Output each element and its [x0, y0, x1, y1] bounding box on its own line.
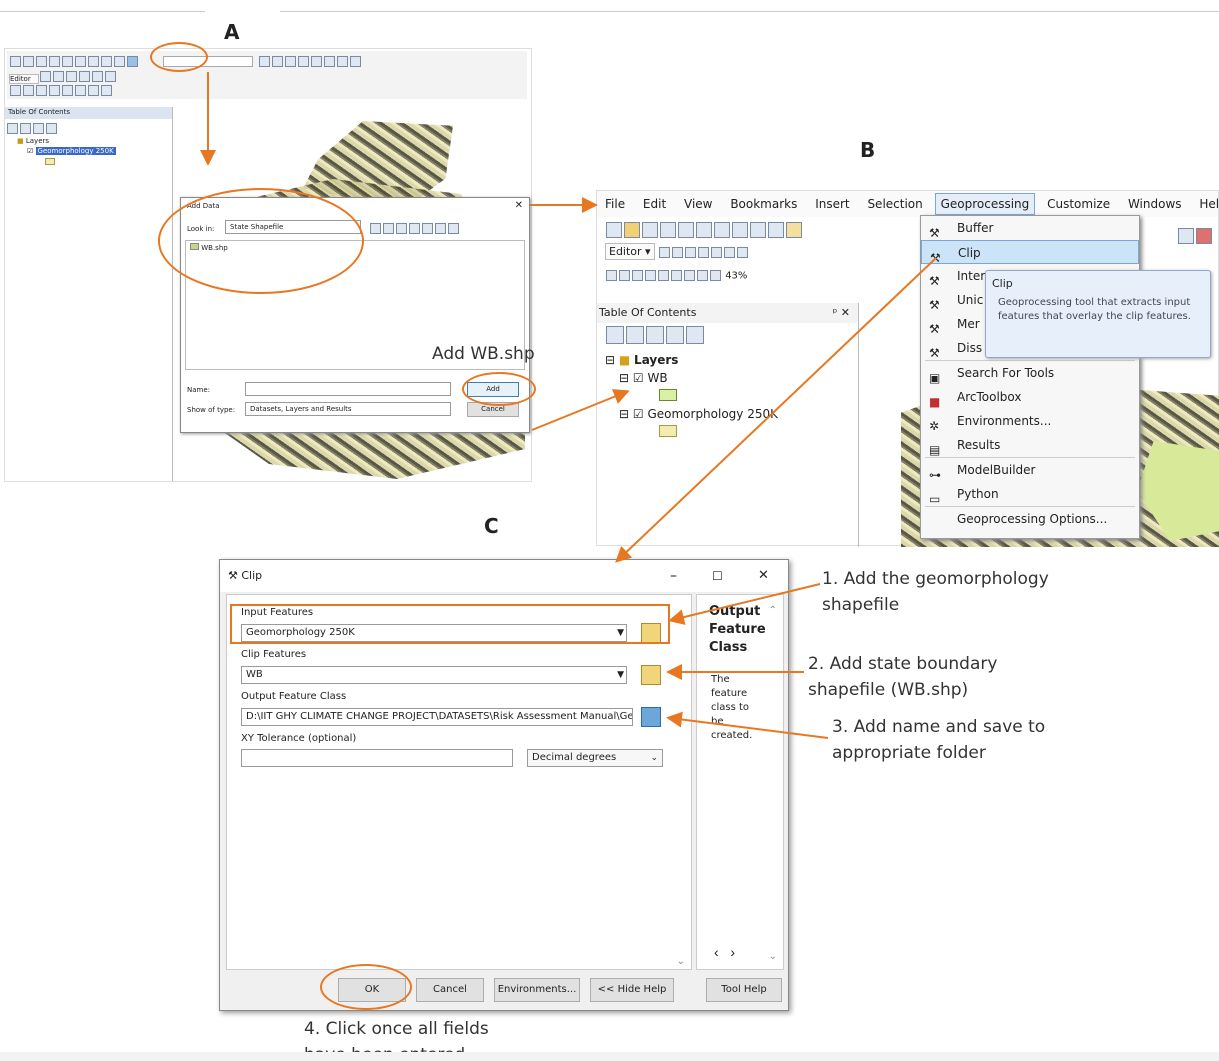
arrow: [668, 583, 821, 625]
annotation-arrows: [200, 72, 937, 739]
bottom-strip: [0, 1052, 1219, 1061]
arrow: [531, 389, 630, 431]
arrow: [666, 711, 829, 739]
arrow: [615, 257, 937, 563]
